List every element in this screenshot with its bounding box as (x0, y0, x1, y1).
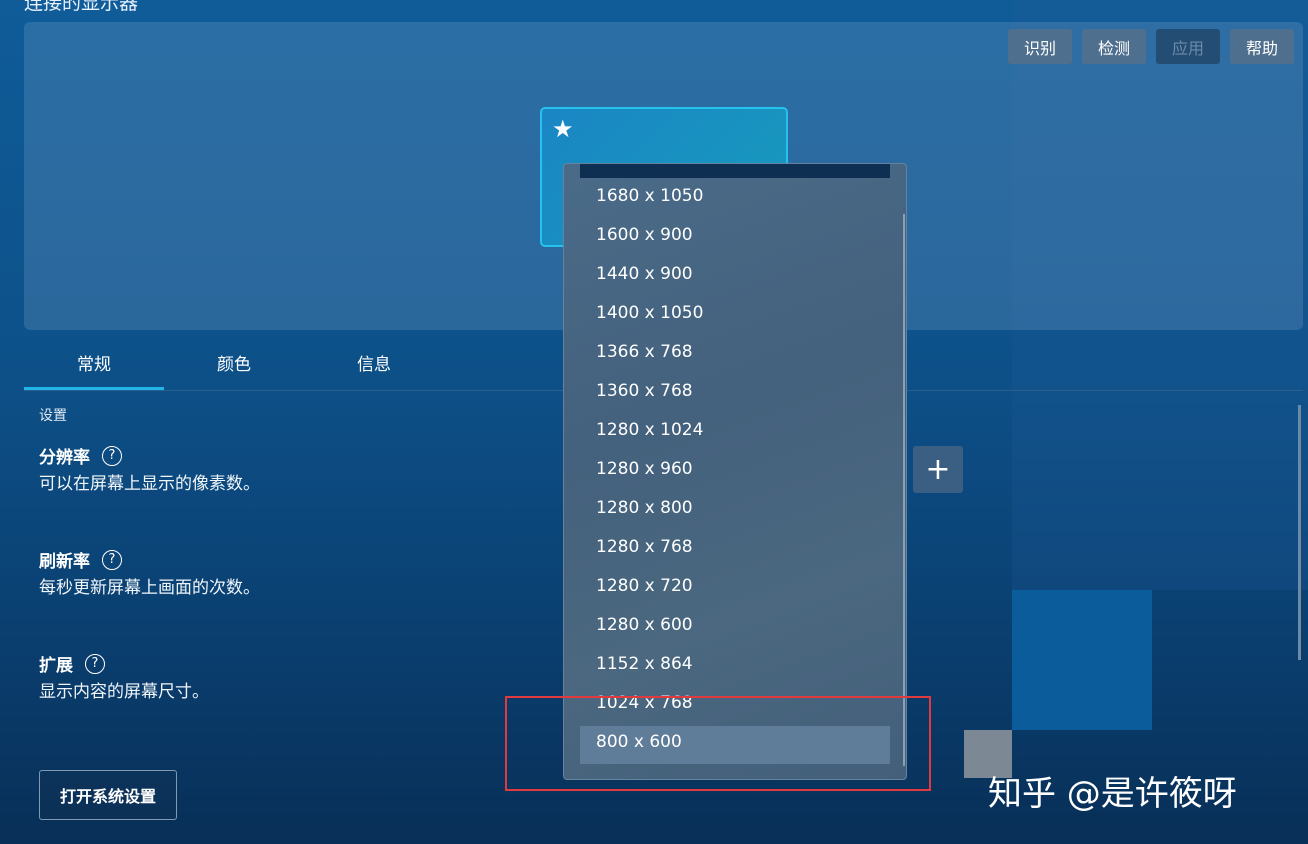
dropdown-option[interactable]: 1680 x 1050 (596, 186, 703, 206)
page-scrollbar[interactable] (1298, 405, 1301, 660)
help-icon[interactable]: ? (102, 549, 122, 570)
dropdown-option[interactable]: 1280 x 600 (596, 615, 693, 635)
tab-info[interactable]: 信息 (304, 350, 444, 375)
apply-button[interactable]: 应用 (1156, 29, 1220, 64)
help-icon[interactable]: ? (102, 445, 122, 466)
resolution-title: 分辨率 ? (39, 443, 122, 468)
dropdown-option[interactable]: 1600 x 900 (596, 225, 693, 245)
star-icon: ★ (552, 115, 574, 143)
dropdown-option[interactable]: 1280 x 1024 (596, 420, 703, 440)
tab-general[interactable]: 常规 (24, 350, 164, 375)
dropdown-option[interactable]: 1280 x 720 (596, 576, 693, 596)
identify-button[interactable]: 识别 (1008, 29, 1072, 64)
extend-title: 扩展 ? (39, 651, 105, 676)
bg-square-blue (1012, 590, 1152, 730)
refresh-title: 刷新率 ? (39, 547, 122, 572)
resolution-label: 分辨率 (39, 448, 90, 468)
detect-button[interactable]: 检测 (1082, 29, 1146, 64)
dropdown-option[interactable]: 1440 x 900 (596, 264, 693, 284)
dropdown-option[interactable]: 1400 x 1050 (596, 303, 703, 323)
resolution-dropdown[interactable]: 1680 x 1050 1600 x 900 1440 x 900 1400 x… (563, 163, 907, 780)
dropdown-option[interactable]: 1280 x 800 (596, 498, 693, 518)
extend-label: 扩展 (39, 656, 73, 676)
dropdown-scrollbar[interactable] (903, 214, 905, 766)
refresh-desc: 每秒更新屏幕上画面的次数。 (39, 578, 260, 598)
tab-active-indicator (24, 387, 164, 390)
annotation-highlight-box (505, 696, 931, 791)
dropdown-option[interactable]: 1360 x 768 (596, 381, 693, 401)
dropdown-option[interactable]: 1280 x 768 (596, 537, 693, 557)
help-icon[interactable]: ? (85, 653, 105, 674)
dropdown-option[interactable]: 1366 x 768 (596, 342, 693, 362)
page-title: 连接的显示器 (24, 0, 139, 14)
section-label: 设置 (39, 408, 67, 424)
plus-icon: + (925, 452, 951, 487)
dropdown-option[interactable]: 1152 x 864 (596, 654, 693, 674)
refresh-label: 刷新率 (39, 552, 90, 572)
resolution-desc: 可以在屏幕上显示的像素数。 (39, 474, 260, 494)
watermark: 知乎 @是许筱呀 (988, 774, 1237, 814)
dropdown-top-item (580, 164, 890, 178)
add-resolution-button[interactable]: + (913, 446, 963, 493)
open-system-settings-button[interactable]: 打开系统设置 (39, 770, 177, 820)
extend-desc: 显示内容的屏幕尺寸。 (39, 682, 209, 702)
help-button[interactable]: 帮助 (1230, 29, 1294, 64)
tab-color[interactable]: 颜色 (164, 350, 304, 375)
dropdown-option[interactable]: 1280 x 960 (596, 459, 693, 479)
